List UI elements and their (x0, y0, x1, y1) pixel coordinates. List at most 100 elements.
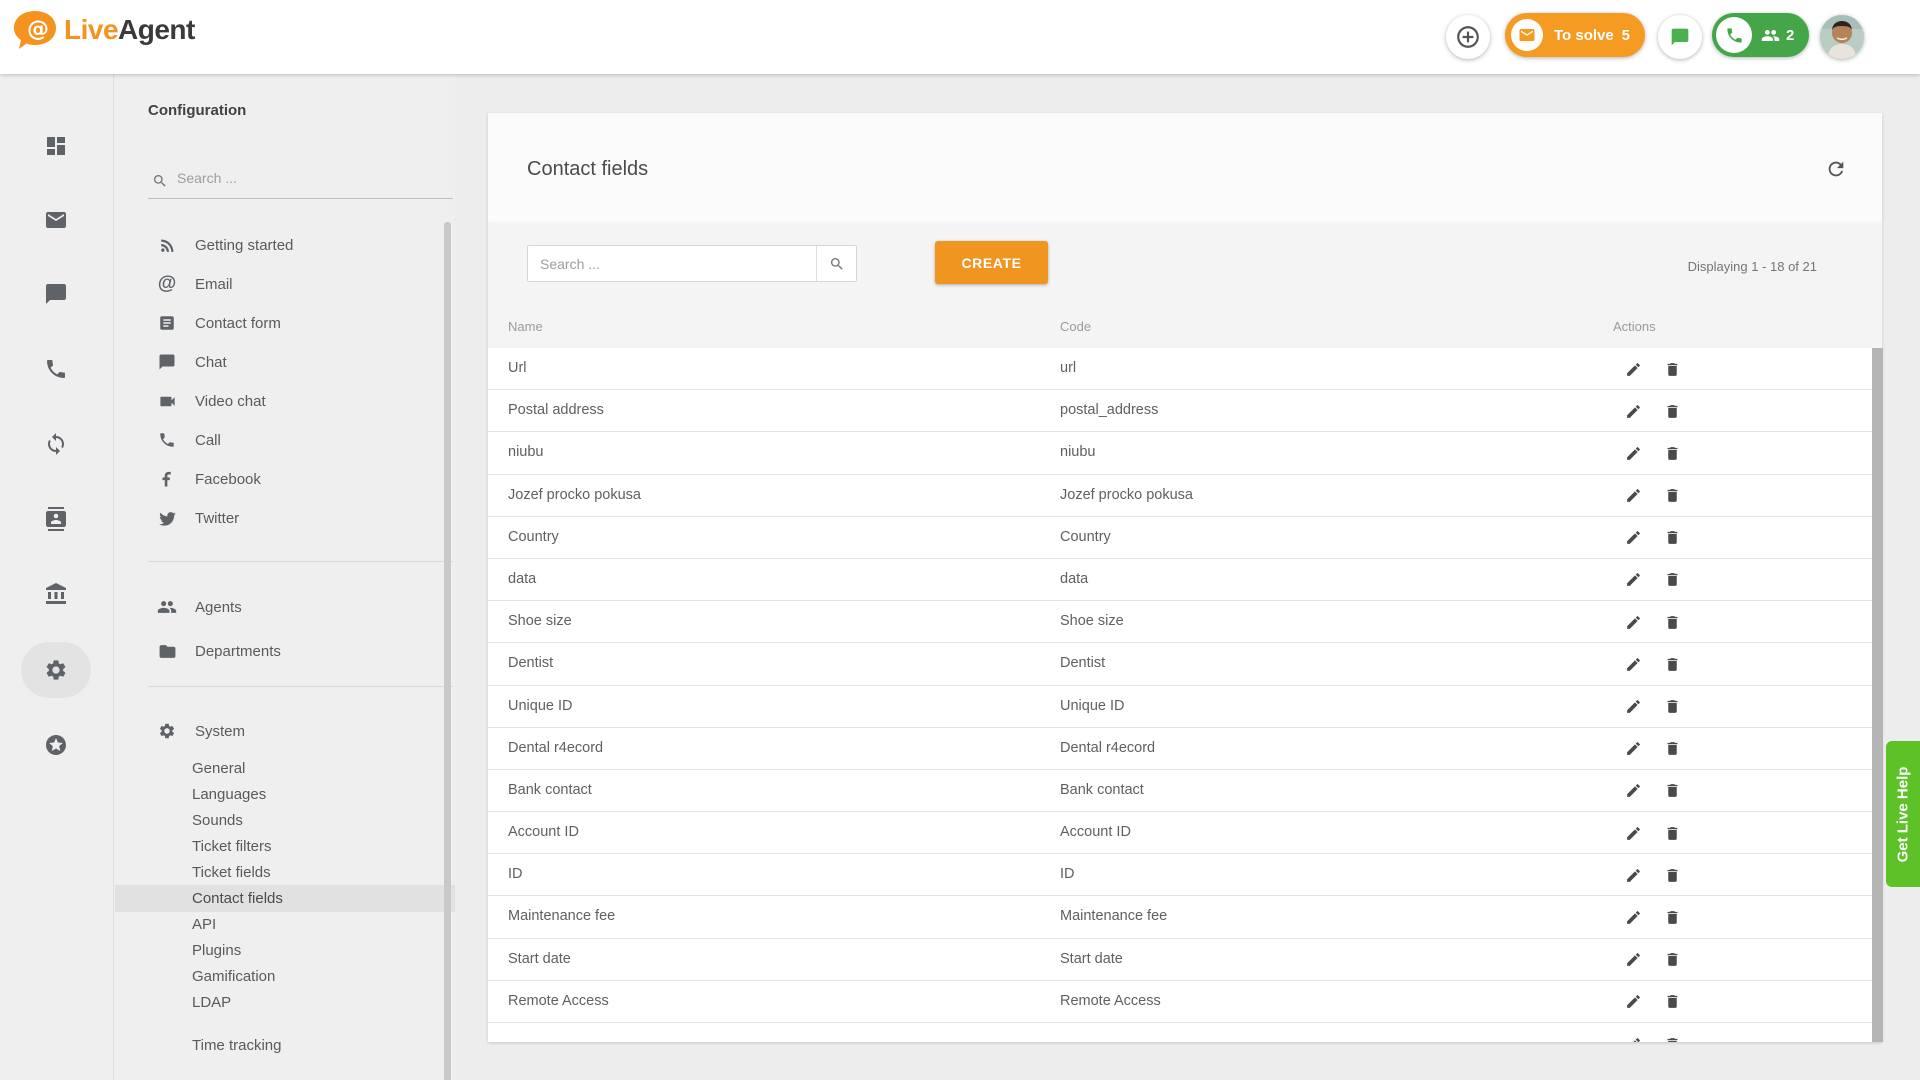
delete-button[interactable] (1663, 866, 1681, 884)
sidebar-item-languages[interactable]: Languages (115, 781, 455, 808)
edit-button[interactable] (1624, 1035, 1642, 1042)
facebook-icon (158, 470, 176, 488)
calls-badge[interactable]: 2 (1712, 13, 1809, 57)
rail-gamification-button[interactable] (32, 721, 80, 769)
sidebar-item-facebook[interactable]: Facebook (115, 464, 455, 494)
sidebar-item-general[interactable]: General (115, 755, 455, 782)
edit-button[interactable] (1624, 655, 1642, 673)
pencil-icon (1625, 529, 1642, 546)
sidebar-item-contact-form[interactable]: Contact form (115, 308, 455, 338)
pencil-icon (1625, 445, 1642, 462)
agents-online-icon (1761, 26, 1780, 45)
delete-button[interactable] (1663, 698, 1681, 716)
sidebar-item-twitter[interactable]: Twitter (115, 503, 455, 533)
table-row: Account ID Account ID (488, 812, 1872, 854)
phone-icon (1725, 26, 1744, 45)
sidebar-item-plugins[interactable]: Plugins (115, 937, 455, 964)
rail-automation-button[interactable] (32, 420, 80, 468)
rail-dashboard-button[interactable] (32, 122, 80, 170)
delete-button[interactable] (1663, 951, 1681, 969)
table-row: Postal address postal_address (488, 390, 1872, 432)
delete-button[interactable] (1663, 444, 1681, 462)
sidebar-item-sounds[interactable]: Sounds (115, 807, 455, 834)
delete-button[interactable] (1663, 782, 1681, 800)
edit-button[interactable] (1624, 529, 1642, 547)
delete-button[interactable] (1663, 740, 1681, 758)
sidebar-item-departments[interactable]: Departments (115, 636, 455, 666)
rail-settings-button[interactable] (32, 646, 80, 694)
sidebar-item-system[interactable]: System (115, 716, 455, 746)
edit-button[interactable] (1624, 866, 1642, 884)
configuration-sidebar: Configuration Getting started @ Email Co… (115, 74, 455, 1080)
delete-button[interactable] (1663, 487, 1681, 505)
rail-chats-button[interactable] (32, 270, 80, 318)
sidebar-item-getting-started[interactable]: Getting started (115, 230, 455, 260)
sidebar-search-input[interactable] (177, 164, 447, 192)
row-actions (1624, 993, 1681, 1011)
sidebar-item-email[interactable]: @ Email (115, 269, 455, 299)
edit-button[interactable] (1624, 951, 1642, 969)
sidebar-item-gamification[interactable]: Gamification (115, 963, 455, 990)
table-row: Bank contact Bank contact (488, 770, 1872, 812)
trash-icon (1664, 529, 1681, 546)
sidebar-item-time-tracking[interactable]: Time tracking (115, 1032, 455, 1059)
liveagent-logo: @ LiveAgent (12, 9, 195, 51)
chats-button[interactable] (1658, 15, 1702, 59)
table-row (488, 1023, 1872, 1042)
sidebar-item-call[interactable]: Call (115, 425, 455, 455)
table-search-button[interactable] (816, 246, 856, 281)
to-solve-label: To solve (1554, 27, 1614, 44)
to-solve-badge[interactable]: To solve 5 (1505, 13, 1645, 57)
delete-button[interactable] (1663, 908, 1681, 926)
sidebar-item-ldap[interactable]: LDAP (115, 989, 455, 1016)
sidebar-item-chat[interactable]: Chat (115, 347, 455, 377)
refresh-button[interactable] (1822, 155, 1850, 183)
table-scrollbar[interactable] (1872, 348, 1883, 1042)
edit-button[interactable] (1624, 908, 1642, 926)
rail-contacts-button[interactable] (32, 495, 80, 543)
edit-button[interactable] (1624, 613, 1642, 631)
edit-button[interactable] (1624, 487, 1642, 505)
trash-icon (1664, 614, 1681, 631)
delete-button[interactable] (1663, 824, 1681, 842)
edit-button[interactable] (1624, 740, 1642, 758)
edit-button[interactable] (1624, 571, 1642, 589)
edit-button[interactable] (1624, 360, 1642, 378)
rail-tickets-button[interactable] (32, 196, 80, 244)
create-button[interactable]: CREATE (935, 241, 1048, 284)
sidebar-item-video-chat[interactable]: Video chat (115, 386, 455, 416)
field-code: Shoe size (1060, 613, 1124, 629)
table-search-input[interactable] (528, 246, 816, 281)
pencil-icon (1625, 571, 1642, 588)
sidebar-item-ticket-fields[interactable]: Ticket fields (115, 859, 455, 886)
sidebar-item-contact-fields[interactable]: Contact fields (115, 885, 455, 912)
add-new-button[interactable] (1446, 15, 1490, 59)
rail-calls-button[interactable] (32, 345, 80, 393)
edit-button[interactable] (1624, 444, 1642, 462)
edit-button[interactable] (1624, 402, 1642, 420)
edit-button[interactable] (1624, 698, 1642, 716)
edit-button[interactable] (1624, 993, 1642, 1011)
delete-button[interactable] (1663, 993, 1681, 1011)
delete-button[interactable] (1663, 360, 1681, 378)
field-name: Maintenance fee (508, 908, 615, 924)
sidebar-scrollbar[interactable] (444, 222, 451, 1080)
rail-company-button[interactable] (32, 570, 80, 618)
delete-button[interactable] (1663, 402, 1681, 420)
edit-button[interactable] (1624, 824, 1642, 842)
chat-icon (158, 353, 176, 371)
sidebar-item-api[interactable]: API (115, 911, 455, 938)
delete-button[interactable] (1663, 1035, 1681, 1042)
pencil-icon (1625, 951, 1642, 968)
edit-button[interactable] (1624, 782, 1642, 800)
sidebar-item-agents[interactable]: Agents (115, 592, 455, 622)
delete-button[interactable] (1663, 655, 1681, 673)
field-code: data (1060, 571, 1088, 587)
delete-button[interactable] (1663, 613, 1681, 631)
settings-gear-icon (44, 658, 68, 682)
get-live-help-tab[interactable]: Get Live Help (1886, 741, 1920, 887)
delete-button[interactable] (1663, 571, 1681, 589)
sidebar-item-ticket-filters[interactable]: Ticket filters (115, 833, 455, 860)
user-avatar[interactable] (1820, 15, 1864, 59)
delete-button[interactable] (1663, 529, 1681, 547)
